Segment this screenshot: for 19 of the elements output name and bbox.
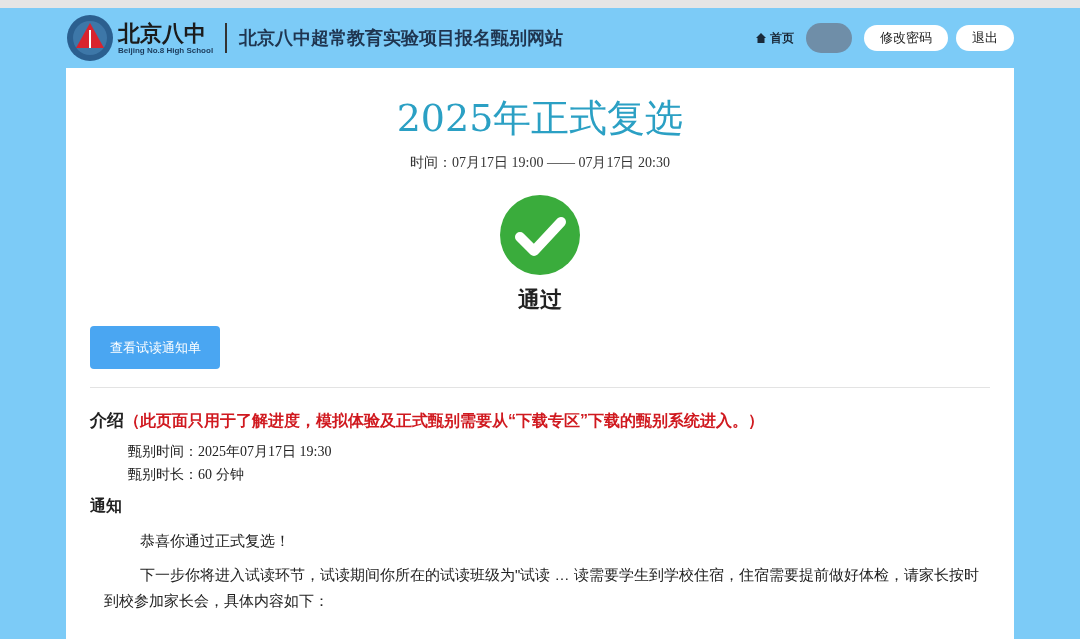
intro-note: （此页面只用于了解进度，模拟体验及正式甄别需要从“下载专区”下载的甄别系统进入。）	[124, 411, 764, 431]
school-logo-icon	[66, 14, 114, 62]
intro-line: 甄别时长：60 分钟	[128, 465, 245, 484]
home-link[interactable]: 首页	[756, 29, 794, 47]
logout-button[interactable]: 退出	[956, 25, 1014, 51]
intro-line: 甄别时间：2025年07月17日 19:30	[128, 442, 333, 461]
change-password-button[interactable]: 修改密码	[864, 25, 948, 51]
exam-title: 2025年正式复选	[396, 95, 684, 142]
notice-heading: 通知	[90, 495, 123, 516]
logo-text: 北京八中	[118, 20, 207, 46]
status-label: 通过	[518, 286, 562, 314]
logo-subtext: Beijing No.8 High School	[118, 46, 214, 56]
exam-time: 时间：07月17日 19:00 —— 07月17日 20:30	[410, 154, 670, 172]
site-title: 北京八中超常教育实验项目报名甄别网站	[239, 26, 564, 50]
notice-paragraph: 恭喜你通过正式复选！	[139, 530, 291, 551]
home-icon	[756, 33, 766, 43]
notice-paragraph: 下一步你将进入试读环节，试读期间你所在的试读班级为"试读 … 读需要学生到学校住宿，住宿需要提前做好体检，请家长按时到校参加家长会，具体内容如下：	[103, 564, 980, 611]
avatar-placeholder	[806, 23, 852, 53]
intro-heading: 介绍	[90, 410, 124, 432]
